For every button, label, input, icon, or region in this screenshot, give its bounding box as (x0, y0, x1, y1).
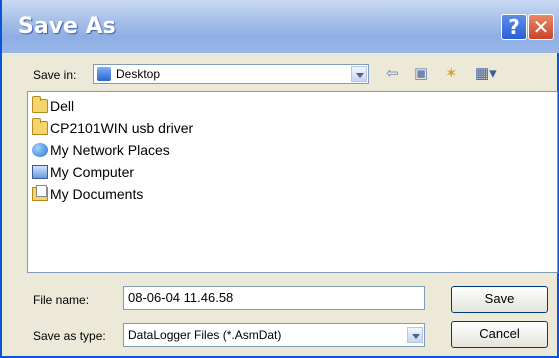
chevron-down-icon[interactable] (407, 327, 423, 343)
list-item[interactable]: CP2101WIN usb driver (32, 118, 193, 138)
view-menu-icon[interactable]: ▦▾ (475, 65, 497, 83)
back-arrow-icon[interactable]: ⇦ (386, 65, 399, 83)
save-as-type-value: DataLogger Files (*.AsmDat) (128, 328, 282, 342)
list-item[interactable]: My Network Places (32, 140, 170, 160)
help-button[interactable]: ? (501, 14, 527, 40)
dialog-title: Save As (18, 14, 116, 39)
new-folder-icon[interactable]: ✶ (445, 65, 458, 83)
list-item-label: Dell (50, 98, 75, 114)
file-list[interactable]: Dell CP2101WIN usb driver My Network Pla… (27, 91, 558, 273)
title-bar[interactable]: Save As ? ✕ (2, 0, 559, 53)
save-button[interactable]: Save (451, 286, 548, 313)
folder-icon (32, 96, 48, 113)
list-item[interactable]: My Documents (32, 184, 143, 204)
cancel-button[interactable]: Cancel (451, 321, 548, 348)
save-in-value: Desktop (116, 67, 161, 81)
save-as-type-label: Save as type: (33, 329, 106, 343)
close-button[interactable]: ✕ (528, 14, 554, 40)
file-name-input[interactable]: 08-06-04 11.46.58 (123, 286, 425, 310)
save-as-type-dropdown[interactable]: DataLogger Files (*.AsmDat) (123, 323, 425, 347)
save-in-label: Save in: (33, 68, 77, 82)
list-item-label: CP2101WIN usb driver (50, 120, 194, 136)
list-item[interactable]: My Computer (32, 162, 134, 182)
chevron-down-icon[interactable] (351, 66, 367, 82)
folder-icon (32, 118, 48, 135)
desktop-icon (97, 67, 111, 81)
network-places-icon (32, 143, 48, 157)
up-folder-icon[interactable]: ▣ (414, 65, 428, 83)
save-in-dropdown[interactable]: Desktop (93, 64, 369, 84)
list-item-label: My Documents (50, 186, 144, 202)
documents-folder-icon (32, 185, 48, 201)
list-item[interactable]: Dell (32, 96, 74, 116)
list-item-label: My Network Places (50, 142, 170, 158)
list-item-label: My Computer (50, 164, 135, 180)
file-name-label: File name: (33, 293, 90, 307)
computer-icon (32, 165, 48, 179)
save-as-dialog: Save As ? ✕ Save in: Desktop ⇦ ▣ ✶ ▦▾ De… (0, 0, 559, 358)
